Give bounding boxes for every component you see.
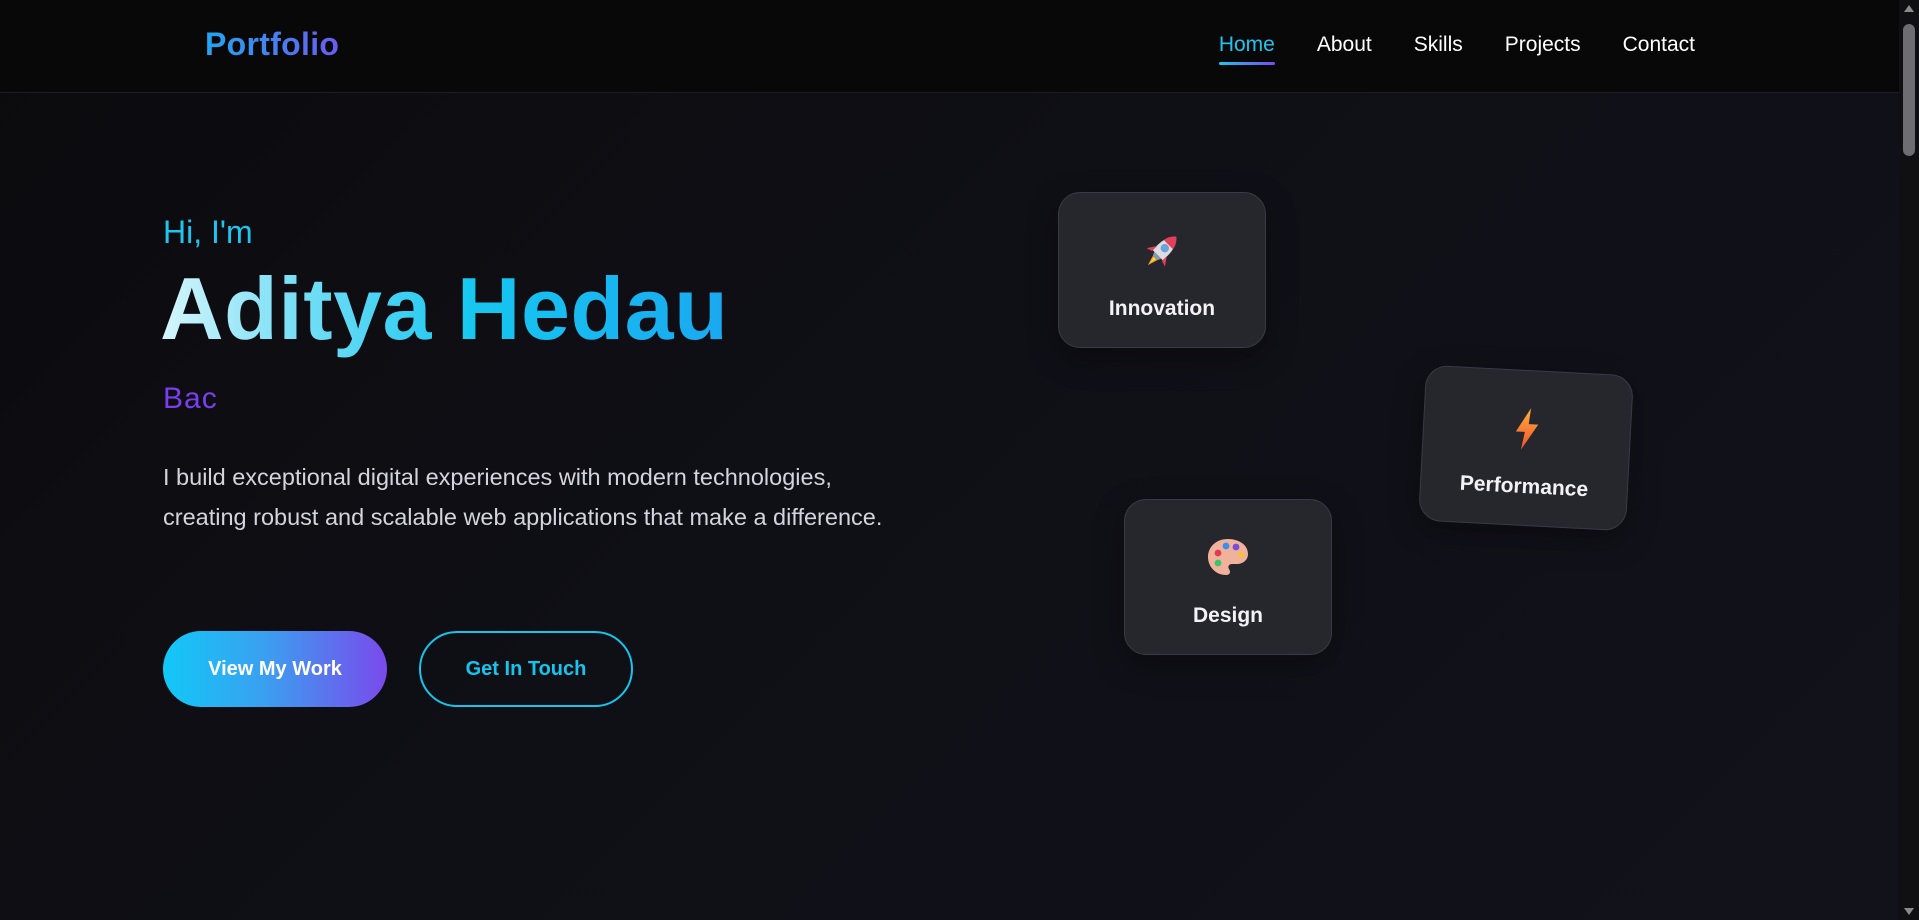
nav-link-home[interactable]: Home <box>1218 33 1275 65</box>
scroll-down-arrow-icon[interactable] <box>1904 908 1914 915</box>
hero-role: Bac <box>163 382 218 415</box>
palette-icon <box>1125 534 1331 582</box>
portfolio-page: Portfolio Home About Skills Projects Con… <box>0 0 1919 920</box>
feature-card-performance: Performance <box>1418 364 1634 532</box>
hero-name: Aditya Hedau <box>160 259 729 358</box>
feature-card-design: Design <box>1124 499 1332 655</box>
card-label: Design <box>1192 604 1263 627</box>
hero-greeting: Hi, I'm <box>163 214 253 250</box>
nav-link-contact[interactable]: Contact <box>1623 33 1695 57</box>
scroll-thumb[interactable] <box>1903 24 1915 156</box>
get-in-touch-button[interactable]: Get In Touch <box>419 631 633 707</box>
feature-card-innovation: Innovation <box>1058 192 1266 348</box>
card-label: Performance <box>1459 471 1589 502</box>
site-logo[interactable]: Portfolio <box>205 26 339 63</box>
nav-link-projects[interactable]: Projects <box>1505 33 1581 57</box>
nav-link-skills[interactable]: Skills <box>1414 33 1463 57</box>
rocket-icon <box>1059 227 1265 275</box>
nav-link-about[interactable]: About <box>1317 33 1372 57</box>
nav-links: Home About Skills Projects Contact <box>1218 33 1695 65</box>
scroll-up-arrow-icon[interactable] <box>1904 5 1914 12</box>
top-navigation-bar: Portfolio Home About Skills Projects Con… <box>0 0 1899 93</box>
vertical-scrollbar[interactable] <box>1899 0 1919 920</box>
card-label: Innovation <box>1108 297 1216 320</box>
hero-description: I build exceptional digital experiences … <box>163 464 883 530</box>
view-my-work-button[interactable]: View My Work <box>163 631 387 707</box>
lightning-icon <box>1423 400 1631 459</box>
